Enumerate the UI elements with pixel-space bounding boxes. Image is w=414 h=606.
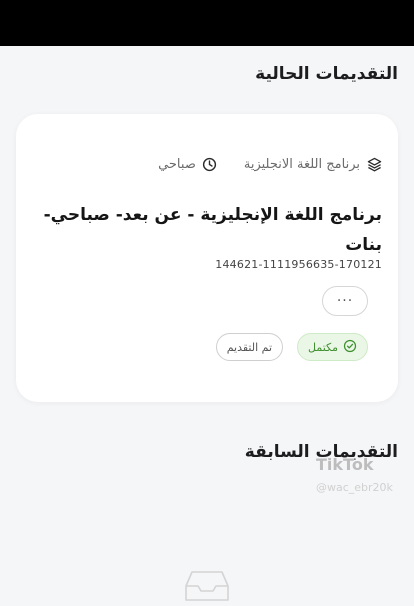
check-circle-icon: [343, 339, 357, 356]
current-applications-title: التقديمات الحالية: [255, 64, 398, 84]
application-number: 144621-1111956635-170121: [215, 258, 382, 271]
program-name: برنامج اللغة الإنجليزية - عن بعد- صباحي-…: [43, 205, 382, 255]
application-card[interactable]: برنامج اللغة الانجليزية صباحي برنامج الل…: [16, 114, 398, 402]
period-label: صباحي: [158, 156, 196, 172]
inbox-icon: [184, 568, 230, 602]
status-bar: [0, 0, 414, 46]
tiktok-handle: @wac_ebr20k: [316, 481, 393, 494]
status-badges: مكتمل تم التقديم: [215, 333, 368, 361]
submitted-badge: تم التقديم: [215, 333, 284, 361]
tiktok-logo: TikTok: [316, 455, 374, 474]
application-meta: برنامج اللغة الانجليزية صباحي: [158, 156, 382, 172]
submitted-label: تم التقديم: [226, 340, 273, 354]
clock-icon: [202, 156, 218, 172]
tiktok-watermark: TikTok @wac_ebr20k: [316, 455, 393, 495]
program-type-label: برنامج اللغة الانجليزية: [243, 156, 360, 172]
layers-icon: [366, 156, 382, 172]
more-options-button[interactable]: ···: [322, 286, 368, 316]
complete-status-label: مكتمل: [308, 340, 338, 354]
complete-status-badge: مكتمل: [297, 333, 368, 361]
